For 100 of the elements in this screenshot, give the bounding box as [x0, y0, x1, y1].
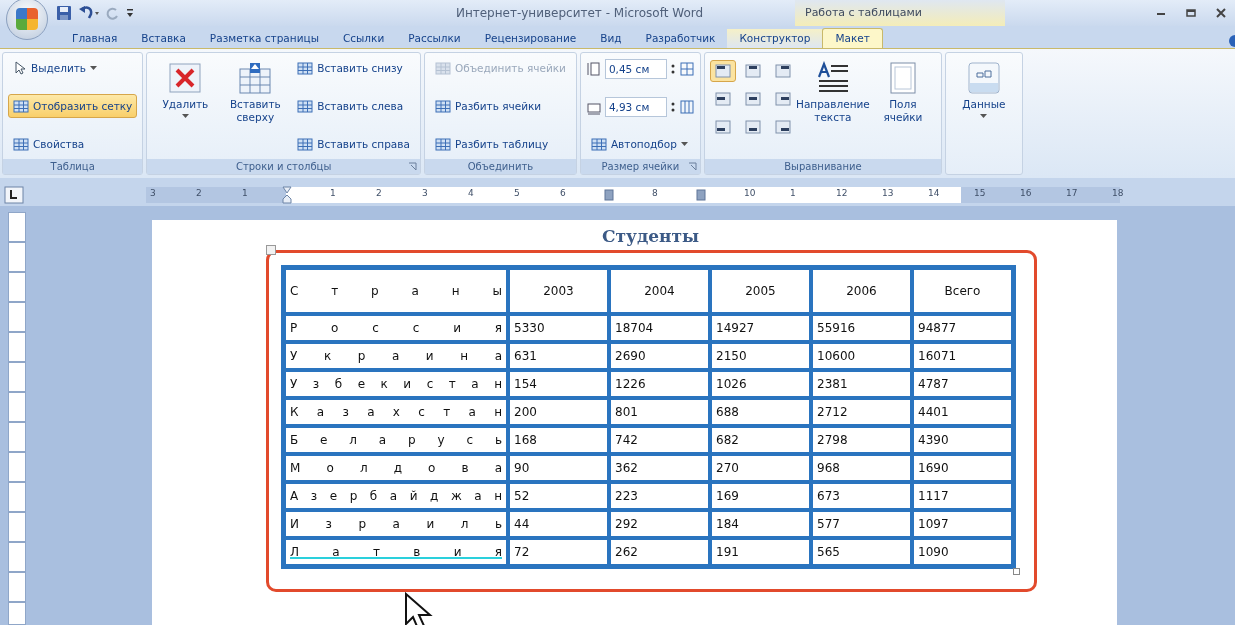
table-cell: 2150 — [710, 342, 811, 370]
help-icon[interactable] — [1227, 34, 1235, 48]
ribbon-button[interactable]: Отобразить сетку — [8, 94, 138, 118]
table-icon — [13, 99, 29, 113]
table-move-handle[interactable] — [266, 245, 276, 255]
table-cell: У к р а и н а — [284, 342, 508, 370]
ruler-number: 1 — [242, 188, 248, 198]
ribbon-button[interactable]: Выделить — [8, 56, 138, 80]
table-cell: 1117 — [912, 482, 1013, 510]
table-cell: 169 — [710, 482, 811, 510]
ribbon-button[interactable]: Разбить таблицу — [429, 132, 571, 156]
table-cell: А з е р б а й д ж а н — [284, 482, 508, 510]
spinner-icon[interactable] — [669, 101, 676, 113]
table-icon — [297, 99, 314, 113]
close-icon[interactable] — [1215, 7, 1227, 19]
table-cell: 1090 — [912, 538, 1013, 566]
align-button[interactable] — [709, 60, 736, 82]
caret-icon — [680, 141, 688, 147]
column-marker-icon[interactable] — [696, 189, 706, 201]
group-label: Выравнивание — [784, 161, 862, 172]
save-icon[interactable] — [56, 5, 72, 21]
column-header: 2003 — [508, 268, 609, 314]
table-cell: 90 — [508, 454, 609, 482]
spinner-icon[interactable] — [669, 63, 676, 75]
table-resize-handle[interactable] — [1013, 568, 1020, 575]
table-cell: М о л д о в а — [284, 454, 508, 482]
table-cell: 94877 — [912, 314, 1013, 342]
ribbon-button[interactable]: Автоподбор — [585, 132, 695, 156]
office-button[interactable] — [6, 0, 48, 40]
caret-icon — [90, 65, 98, 71]
pointer-icon — [13, 61, 27, 75]
column-header: 2006 — [811, 268, 912, 314]
ruler-number: 1 — [790, 188, 796, 198]
table-cell: И з р а и л ь — [284, 510, 508, 538]
table-cell: 2381 — [811, 370, 912, 398]
table-cell: Л а т в и я — [284, 538, 508, 566]
table-cell: 565 — [811, 538, 912, 566]
table-icon — [297, 61, 314, 75]
group-label: Размер ячейки — [601, 161, 680, 172]
table-icon — [297, 137, 314, 151]
caret-icon — [980, 114, 988, 119]
dialog-launcher-icon[interactable] — [407, 162, 417, 171]
ribbon-button[interactable]: Вставить справа — [292, 132, 415, 156]
ruler-number: 1 — [330, 188, 336, 198]
ribbon-button[interactable]: Вставить сверху — [222, 56, 289, 129]
ribbon-tab[interactable]: Рецензирование — [472, 29, 589, 48]
table-cell: Б е л а р у с ь — [284, 426, 508, 454]
table-cell: 14927 — [710, 314, 811, 342]
ribbon-button[interactable]: Удалить — [152, 56, 219, 124]
table-cell: 362 — [609, 454, 710, 482]
indent-marker-icon[interactable] — [282, 186, 292, 204]
restore-icon[interactable] — [1185, 7, 1197, 19]
ruler-number: 2 — [196, 188, 202, 198]
data-icon — [966, 61, 1001, 95]
ruler-number: 16 — [1020, 188, 1032, 198]
table-cell: 184 — [710, 510, 811, 538]
ribbon-tab[interactable]: Разработчик — [633, 29, 728, 48]
ruler-number: 6 — [560, 188, 566, 198]
ribbon-tab[interactable]: Вид — [588, 29, 634, 48]
table-cell: 270 — [710, 454, 811, 482]
table-cell: 52 — [508, 482, 609, 510]
ruler-number: 17 — [1066, 188, 1078, 198]
ribbon-tab[interactable]: Ссылки — [330, 29, 397, 48]
ribbon-tab[interactable]: Макет — [822, 28, 883, 48]
table-cell: 801 — [609, 398, 710, 426]
ribbon-tab[interactable]: Вставка — [129, 29, 198, 48]
ruler-number: 3 — [422, 188, 428, 198]
table-cell: 682 — [710, 426, 811, 454]
table-cell: 673 — [811, 482, 912, 510]
table-cell: 2798 — [811, 426, 912, 454]
undo-icon[interactable] — [78, 5, 100, 21]
ribbon-tab[interactable]: Разметка страницы — [197, 29, 331, 48]
table-cell: 1690 — [912, 454, 1013, 482]
table-icon — [434, 99, 451, 113]
column-marker-icon[interactable] — [604, 189, 614, 201]
column-header: С т р а н ы — [284, 268, 508, 314]
column-header: 2005 — [710, 268, 811, 314]
size-field[interactable]: 4,93 см — [604, 97, 667, 117]
table-cell: 2690 — [609, 342, 710, 370]
table-cell: 688 — [710, 398, 811, 426]
ribbon-button[interactable]: Данные — [950, 56, 1017, 124]
ribbon-button[interactable]: Вставить слева — [292, 94, 415, 118]
ribbon-tab[interactable]: Конструктор — [727, 29, 823, 48]
table-cell: 5330 — [508, 314, 609, 342]
ribbon-tab[interactable]: Рассылки — [396, 29, 473, 48]
ribbon-button[interactable]: Свойства — [8, 132, 138, 156]
dialog-launcher-icon[interactable] — [687, 162, 697, 171]
ribbon-button[interactable]: Вставить снизу — [292, 56, 415, 80]
table-cell: 168 — [508, 426, 609, 454]
table-icon — [590, 137, 607, 151]
customize-icon[interactable] — [126, 7, 134, 19]
ribbon-button[interactable]: Разбить ячейки — [429, 94, 571, 118]
size-field[interactable]: 0,45 см — [604, 59, 667, 79]
ruler-number: 2 — [376, 188, 382, 198]
ribbon-button[interactable]: Поля ячейки — [869, 56, 936, 129]
table-cell: 44 — [508, 510, 609, 538]
ribbon-tab[interactable]: Главная — [60, 29, 130, 48]
table-cell: 262 — [609, 538, 710, 566]
tab-selector-icon[interactable] — [4, 186, 24, 204]
table-cell: 1026 — [710, 370, 811, 398]
